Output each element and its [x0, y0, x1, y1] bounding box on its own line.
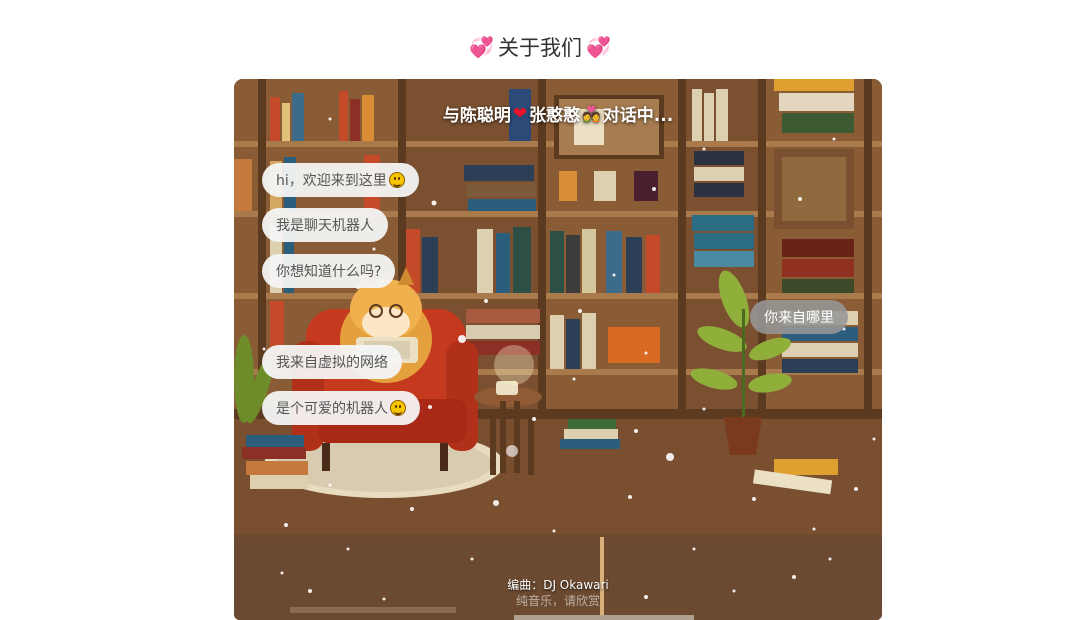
bot-message-bubble: 我是聊天机器人 [262, 208, 388, 242]
bot-message-bubble: 我来自虚拟的网络 [262, 345, 402, 379]
heart-icon: 💞 [586, 35, 611, 59]
bot-message-bubble: hi，欢迎来到这里 [262, 163, 419, 197]
couple-icon: 💑 [582, 104, 601, 123]
user-message-text: 你来自哪里 [764, 310, 834, 326]
about-page: 💞 关于我们 💞 与陈聪明 ❤ 张憨憨 💑 对话中... hi，欢迎来到这里 我… [0, 0, 1080, 620]
page-title: 💞 关于我们 💞 [0, 30, 1080, 64]
chat-window: 与陈聪明 ❤ 张憨憨 💑 对话中... hi，欢迎来到这里 我是聊天机器人 你想… [234, 79, 882, 620]
bot-message-text: 我来自虚拟的网络 [276, 355, 388, 371]
bot-message-text: 是个可爱的机器人 [276, 401, 388, 417]
chat-header-suffix: 对话中... [602, 106, 674, 126]
bot-message-text: hi，欢迎来到这里 [276, 173, 387, 189]
chat-header-prefix: 与陈聪明 [442, 106, 511, 126]
bot-message-text: 我是聊天机器人 [276, 218, 374, 234]
heart-icon: ❤ [512, 103, 528, 124]
bot-message-text: 你想知道什么吗? [276, 264, 382, 280]
music-note: 纯音乐，请欣赏 [515, 594, 600, 608]
bot-message-bubble: 你想知道什么吗? [262, 254, 396, 288]
chat-header: 与陈聪明 ❤ 张憨憨 💑 对话中... [234, 101, 882, 127]
user-message-bubble: 你来自哪里 [750, 300, 848, 334]
smile-icon [390, 400, 406, 416]
music-credit: 编曲：DJ Okawari [507, 578, 609, 592]
page-title-text: 关于我们 [498, 36, 582, 60]
heart-icon: 💞 [469, 35, 494, 59]
chat-header-name: 张憨憨 [529, 106, 581, 126]
bot-message-bubble: 是个可爱的机器人 [262, 391, 420, 425]
grin-icon [388, 172, 405, 188]
